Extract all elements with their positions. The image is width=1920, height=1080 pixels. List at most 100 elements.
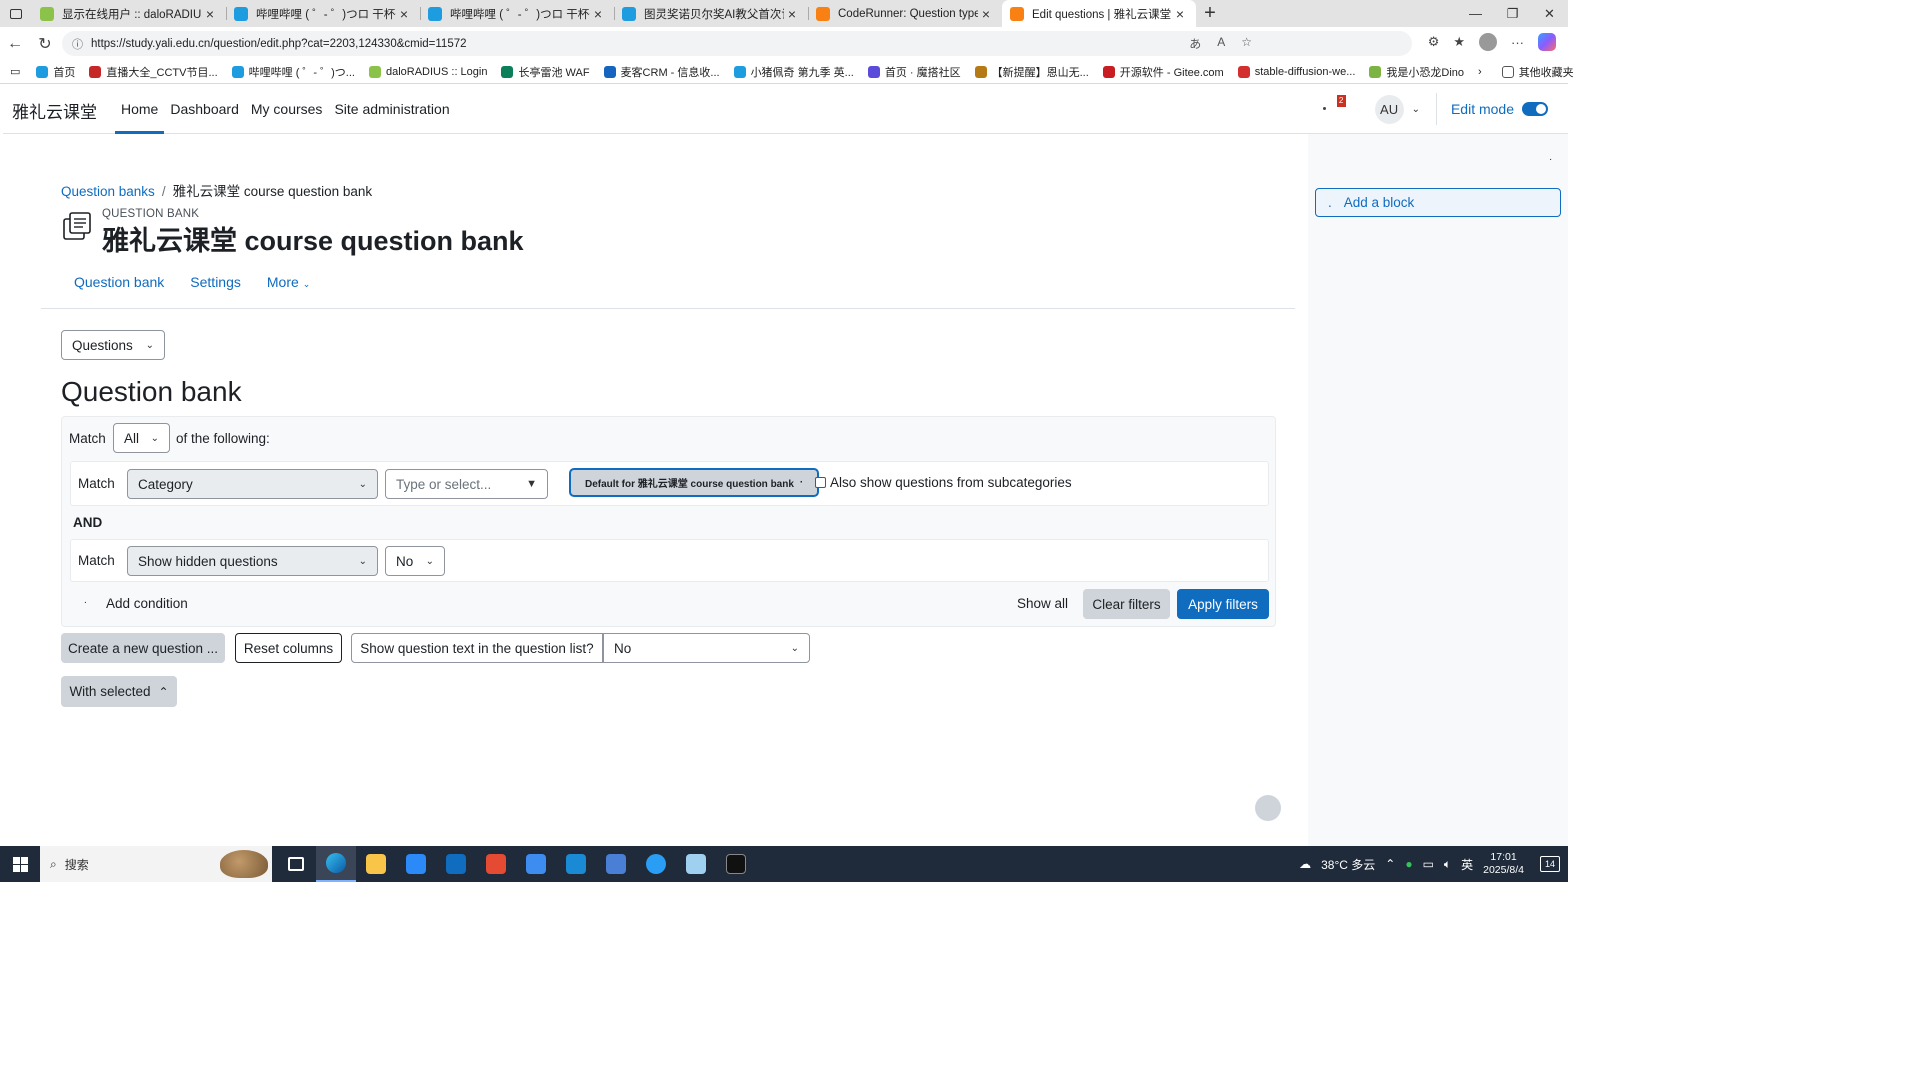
wps-app-icon[interactable] — [476, 846, 516, 882]
notes-app-icon[interactable] — [676, 846, 716, 882]
create-new-question-button[interactable]: Create a new question ... — [61, 633, 225, 663]
reload-icon[interactable]: ↻ — [30, 34, 60, 54]
bookmark-item[interactable]: 哔哩哔哩 ( ゜- ゜)つ... — [231, 64, 355, 80]
hidden-value-dropdown[interactable]: No ⌄ — [385, 546, 445, 576]
weather-icon[interactable]: ☁ — [1299, 857, 1311, 871]
more-menu-icon[interactable]: ··· — [1511, 35, 1524, 50]
page-select-dropdown[interactable]: Questions ⌄ — [61, 330, 165, 360]
close-window-icon[interactable]: ✕ — [1531, 0, 1568, 27]
messages-icon[interactable] — [1322, 107, 1326, 110]
network-icon[interactable]: ▭ — [1423, 857, 1434, 871]
start-button[interactable] — [0, 856, 40, 872]
site-info-icon[interactable]: ⓘ — [72, 36, 83, 52]
bookmarks-overflow-icon[interactable]: › — [1478, 66, 1482, 78]
notification-center-icon[interactable]: 14 — [1540, 856, 1560, 872]
browser-tab[interactable]: Edit questions | 雅礼云课堂 × — [1002, 0, 1196, 27]
copilot-icon[interactable] — [1538, 33, 1556, 51]
condition-field-dropdown[interactable]: Category ⌄ — [127, 469, 378, 499]
edge-app-icon[interactable] — [316, 846, 356, 882]
selected-category-chip[interactable]: Default for 雅礼云课堂 course question bank · — [569, 468, 820, 497]
close-tab-icon[interactable]: × — [1172, 6, 1188, 22]
bookmark-item[interactable]: 我是小恐龙Dino — [1369, 64, 1464, 80]
wechat-tray-icon[interactable]: ● — [1405, 857, 1412, 871]
bookmark-item[interactable]: 【新提醒】恩山无... — [974, 64, 1089, 80]
browser-tab[interactable]: 哔哩哔哩 ( ゜- ゜)つロ 干杯~-bilib× — [226, 0, 420, 27]
weather-text[interactable]: 38°C 多云 — [1321, 856, 1375, 873]
tab-settings[interactable]: Settings — [190, 274, 241, 290]
bookmark-item[interactable]: 首页 · 魔搭社区 — [867, 64, 961, 80]
close-tab-icon[interactable]: × — [590, 6, 606, 22]
show-question-text-dropdown[interactable]: No ⌄ — [603, 633, 810, 663]
favorite-star-icon[interactable]: ☆ — [1241, 35, 1252, 52]
browser-tab[interactable]: CodeRunner: Question type: Que× — [808, 0, 1002, 27]
taskbar-search[interactable]: ⌕ 搜索 — [40, 846, 272, 882]
match-all-dropdown[interactable]: All ⌄ — [113, 423, 170, 453]
bookmark-item[interactable]: 开源软件 - Gitee.com — [1102, 64, 1224, 80]
reset-columns-button[interactable]: Reset columns — [235, 633, 342, 663]
close-tab-icon[interactable]: × — [396, 6, 412, 22]
terminal-app-icon[interactable] — [716, 846, 756, 882]
add-condition-icon[interactable]: . — [84, 595, 87, 606]
tab-actions-icon[interactable] — [0, 0, 32, 27]
help-footer-button[interactable] — [1255, 795, 1281, 821]
remove-chip-icon[interactable]: · — [800, 477, 803, 488]
close-drawer-icon[interactable]: . — [1549, 152, 1552, 163]
minimize-icon[interactable]: — — [1457, 0, 1494, 27]
user-avatar[interactable]: AU — [1374, 94, 1404, 124]
condition-field-dropdown[interactable]: Show hidden questions ⌄ — [127, 546, 378, 576]
profile-avatar[interactable] — [1479, 33, 1497, 51]
notifications-bell-icon[interactable]: 2 — [1322, 95, 1355, 119]
file-explorer-icon[interactable] — [356, 846, 396, 882]
task-view-icon[interactable] — [276, 846, 316, 882]
bookmark-item[interactable]: 小猪佩奇 第九季 英... — [733, 64, 854, 80]
show-all-button[interactable]: Show all — [1017, 596, 1068, 611]
bookmark-item[interactable]: stable-diffusion-we... — [1237, 64, 1355, 80]
add-block-button[interactable]: . Add a block — [1315, 188, 1561, 217]
new-tab-button[interactable]: + — [1196, 0, 1224, 27]
read-aloud-icon[interactable]: A — [1217, 35, 1225, 52]
close-tab-icon[interactable]: × — [202, 6, 218, 22]
outlook-app-icon[interactable] — [436, 846, 476, 882]
tab-more[interactable]: More ⌄ — [267, 274, 310, 290]
browser-tab[interactable]: 显示在线用户 :: daloRADIUS × — [32, 0, 226, 27]
apply-filters-button[interactable]: Apply filters — [1177, 589, 1269, 619]
site-brand[interactable]: 雅礼云课堂 — [12, 98, 97, 123]
subcategories-checkbox[interactable] — [815, 477, 826, 488]
bookmark-item[interactable]: 麦客CRM - 信息收... — [603, 64, 720, 80]
bookmark-item[interactable]: 直播大全_CCTV节目... — [89, 64, 218, 80]
restore-icon[interactable]: ❐ — [1494, 0, 1531, 27]
browser-tab[interactable]: 哔哩哔哩 ( ゜- ゜)つロ 干杯~-bilib× — [420, 0, 614, 27]
clock[interactable]: 17:01 2025/8/4 — [1483, 851, 1524, 877]
other-bookmarks[interactable]: 其他收藏夹 — [1501, 64, 1574, 80]
tray-overflow-icon[interactable]: ⌃ — [1385, 857, 1395, 871]
bookmark-item[interactable]: 长亭雷池 WAF — [501, 64, 590, 80]
nav-my-courses[interactable]: My courses — [245, 84, 329, 134]
category-autocomplete-input[interactable]: Type or select... ▼ — [385, 469, 548, 499]
vscode-app-icon[interactable] — [556, 846, 596, 882]
breadcrumb-question-banks[interactable]: Question banks — [61, 184, 155, 199]
clear-filters-button[interactable]: Clear filters — [1083, 589, 1170, 619]
ime-indicator[interactable]: 英 — [1461, 856, 1473, 873]
with-selected-button[interactable]: With selected ⌃ — [61, 676, 177, 707]
volume-icon[interactable]: 🔈︎ — [1444, 857, 1451, 872]
translate-icon[interactable]: あ — [1189, 35, 1201, 52]
triangle-down-icon[interactable]: ▼ — [526, 478, 537, 490]
extensions-icon[interactable]: ⚙ — [1428, 34, 1440, 50]
remote-desktop-icon[interactable] — [596, 846, 636, 882]
nav-dashboard[interactable]: Dashboard — [164, 84, 245, 134]
edit-mode-toggle[interactable] — [1522, 102, 1548, 116]
nav-site-administration[interactable]: Site administration — [328, 84, 455, 134]
qq-app-icon[interactable] — [636, 846, 676, 882]
favorites-icon[interactable]: ★ — [1453, 34, 1465, 50]
tab-question-bank[interactable]: Question bank — [74, 274, 164, 290]
store-app-icon[interactable] — [396, 846, 436, 882]
bookmark-item[interactable]: daloRADIUS :: Login — [368, 64, 487, 80]
feishu-app-icon[interactable] — [516, 846, 556, 882]
back-icon[interactable]: ← — [0, 35, 30, 53]
user-menu-chevron-icon[interactable]: ⌄ — [1412, 104, 1420, 115]
add-condition-button[interactable]: Add condition — [106, 596, 188, 611]
url-field[interactable]: ⓘ https://study.yali.edu.cn/question/edi… — [62, 31, 1412, 56]
nav-home[interactable]: Home — [115, 84, 165, 134]
close-tab-icon[interactable]: × — [784, 6, 800, 22]
browser-tab[interactable]: 图灵奖诺贝尔奖AI教父首次访华,× — [614, 0, 808, 27]
